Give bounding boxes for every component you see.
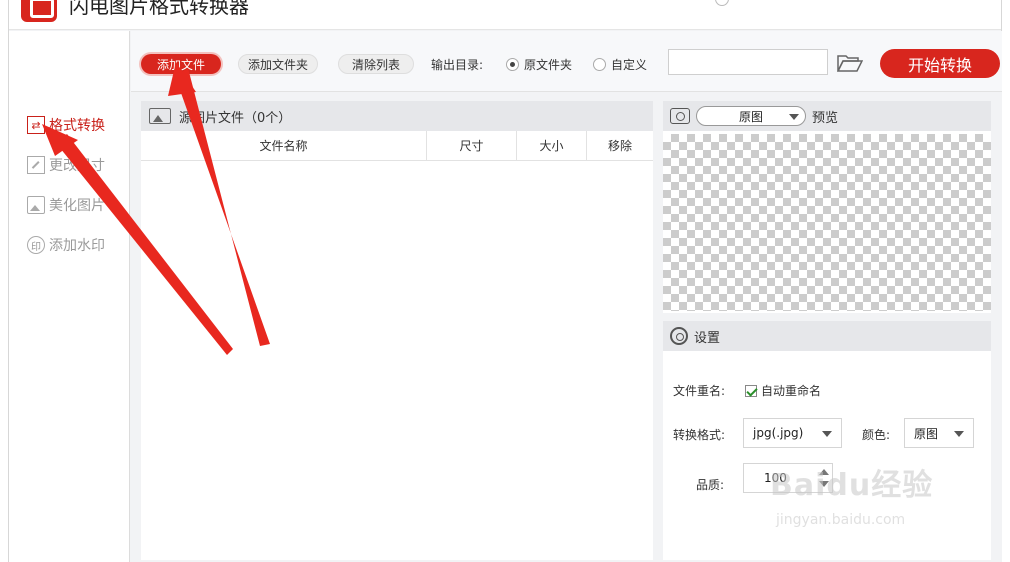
auto-rename-checkbox[interactable]: 自动重命名 — [745, 382, 821, 399]
radio-original-folder[interactable]: 原文件夹 — [506, 56, 572, 73]
file-list-panel: 源图片文件（0个） 文件名称 尺寸 大小 移除 — [141, 101, 653, 560]
image-icon — [149, 108, 171, 124]
app-logo-icon — [21, 0, 57, 22]
preview-panel: 原图 预览 — [663, 101, 991, 313]
checkbox-check-icon — [745, 385, 757, 397]
start-convert-button[interactable]: 开始转换 — [880, 49, 1000, 78]
radio-label: 自定义 — [611, 58, 648, 72]
format-label: 转换格式: — [673, 428, 726, 442]
add-folder-button[interactable]: 添加文件夹 — [238, 54, 318, 74]
sidebar-item-format-convert[interactable]: ⇄ 格式转换 — [27, 114, 105, 136]
app-window: 闪电图片格式转换器 ⇄ 格式转换 更改尺寸 美化图片 印 添加水印 添加文件 添… — [8, 0, 1002, 562]
auto-rename-label: 自动重命名 — [761, 384, 822, 398]
sidebar-item-watermark[interactable]: 印 添加水印 — [27, 234, 105, 256]
rename-label: 文件重名: — [673, 384, 726, 398]
column-header-size[interactable]: 大小 — [517, 131, 587, 160]
sidebar-item-beautify[interactable]: 美化图片 — [27, 194, 105, 216]
view-mode-select[interactable]: 原图 — [696, 106, 806, 126]
quality-value: 100 — [764, 471, 787, 485]
settings-header: 设置 — [663, 321, 991, 351]
output-path-input[interactable] — [668, 49, 828, 75]
stepper-arrows-icon[interactable] — [819, 467, 829, 489]
file-list-body[interactable] — [141, 161, 653, 560]
quality-stepper[interactable]: 100 — [743, 463, 833, 493]
radio-label: 原文件夹 — [524, 58, 573, 72]
preview-label: 预览 — [812, 110, 839, 126]
radio-custom[interactable]: 自定义 — [593, 56, 647, 73]
file-list-title: 源图片文件（0个） — [179, 110, 292, 126]
sidebar-item-resize[interactable]: 更改尺寸 — [27, 154, 105, 176]
app-title: 闪电图片格式转换器 — [69, 0, 249, 18]
sidebar: ⇄ 格式转换 更改尺寸 美化图片 印 添加水印 — [9, 31, 130, 562]
watermark-icon: 印 — [27, 236, 45, 254]
column-header-remove[interactable]: 移除 — [587, 131, 653, 160]
column-header-filename[interactable]: 文件名称 — [141, 131, 427, 160]
settings-panel: 设置 文件重名: 自动重命名 转换格式: jpg(.jpg) 颜色: 原图 品质… — [663, 321, 991, 560]
file-table-header: 文件名称 尺寸 大小 移除 — [141, 131, 653, 161]
open-folder-icon[interactable] — [837, 53, 863, 73]
preview-canvas — [663, 134, 991, 311]
gear-icon — [670, 327, 688, 345]
color-label: 颜色: — [862, 428, 891, 442]
toolbar: 添加文件 添加文件夹 清除列表 输出目录: 原文件夹 自定义 开始转换 — [131, 31, 1002, 92]
column-header-dimensions[interactable]: 尺寸 — [427, 131, 517, 160]
eye-icon — [670, 108, 690, 124]
sidebar-item-label: 格式转换 — [49, 118, 105, 134]
format-select[interactable]: jpg(.jpg) — [743, 418, 842, 448]
add-file-button[interactable]: 添加文件 — [141, 54, 221, 74]
quality-label: 品质: — [696, 478, 725, 492]
clear-list-button[interactable]: 清除列表 — [338, 54, 414, 74]
sidebar-item-label: 添加水印 — [49, 238, 105, 254]
settings-title: 设置 — [694, 330, 721, 346]
title-bar: 闪电图片格式转换器 — [9, 0, 1001, 30]
window-control-icon[interactable] — [715, 0, 729, 6]
beautify-image-icon — [27, 196, 45, 214]
sidebar-item-label: 美化图片 — [49, 198, 105, 214]
radio-dot — [506, 58, 519, 71]
sidebar-item-label: 更改尺寸 — [49, 158, 105, 174]
color-select[interactable]: 原图 — [904, 418, 974, 448]
preview-header: 原图 预览 — [663, 101, 991, 131]
file-list-header: 源图片文件（0个） — [141, 101, 653, 131]
output-dir-label: 输出目录: — [431, 58, 484, 72]
main-area: 添加文件 添加文件夹 清除列表 输出目录: 原文件夹 自定义 开始转换 源图片文 — [131, 31, 1002, 562]
radio-dot — [593, 58, 606, 71]
format-convert-icon: ⇄ — [27, 116, 45, 134]
resize-icon — [27, 156, 45, 174]
